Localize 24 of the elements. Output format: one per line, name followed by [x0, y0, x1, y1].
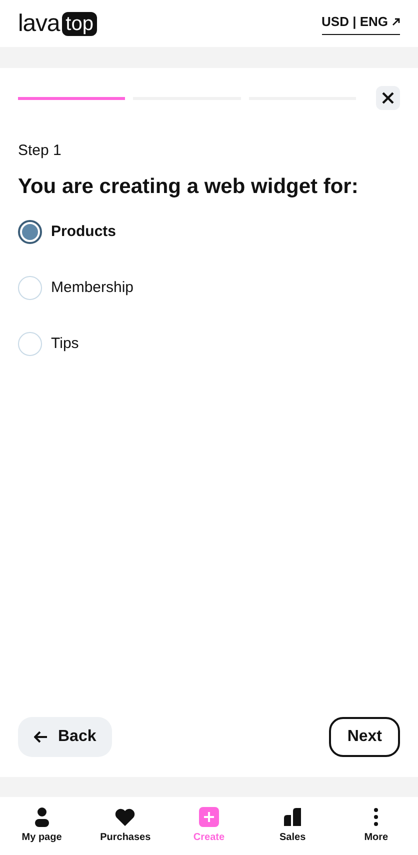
close-button[interactable]: [376, 86, 400, 110]
heart-icon: [115, 808, 136, 826]
question-heading: You are creating a web widget for:: [18, 174, 360, 200]
logo-text: lava: [18, 12, 60, 36]
left-arrow-icon: [34, 731, 48, 743]
radio-button[interactable]: [18, 220, 42, 244]
option-label: Products: [51, 222, 116, 242]
close-icon: [382, 92, 394, 104]
plus-icon: [198, 807, 219, 827]
option-label: Membership: [51, 278, 134, 298]
more-icon: [374, 808, 378, 826]
back-button[interactable]: Back: [18, 717, 112, 757]
locale-link[interactable]: USD | ENG: [322, 12, 400, 35]
nav-tab[interactable]: Purchases: [84, 797, 168, 855]
bar-chart-icon: [284, 808, 302, 826]
person-icon: [34, 807, 50, 827]
step-label: Step 1: [18, 141, 62, 161]
nav-tab[interactable]: My page: [0, 797, 84, 855]
nav-tab[interactable]: More: [334, 797, 418, 855]
next-button[interactable]: Next: [329, 717, 400, 757]
external-arrow-icon: [392, 18, 400, 26]
nav-tab[interactable]: Sales: [250, 797, 334, 855]
logo-badge: top: [62, 12, 98, 36]
option-label: Tips: [51, 334, 79, 354]
